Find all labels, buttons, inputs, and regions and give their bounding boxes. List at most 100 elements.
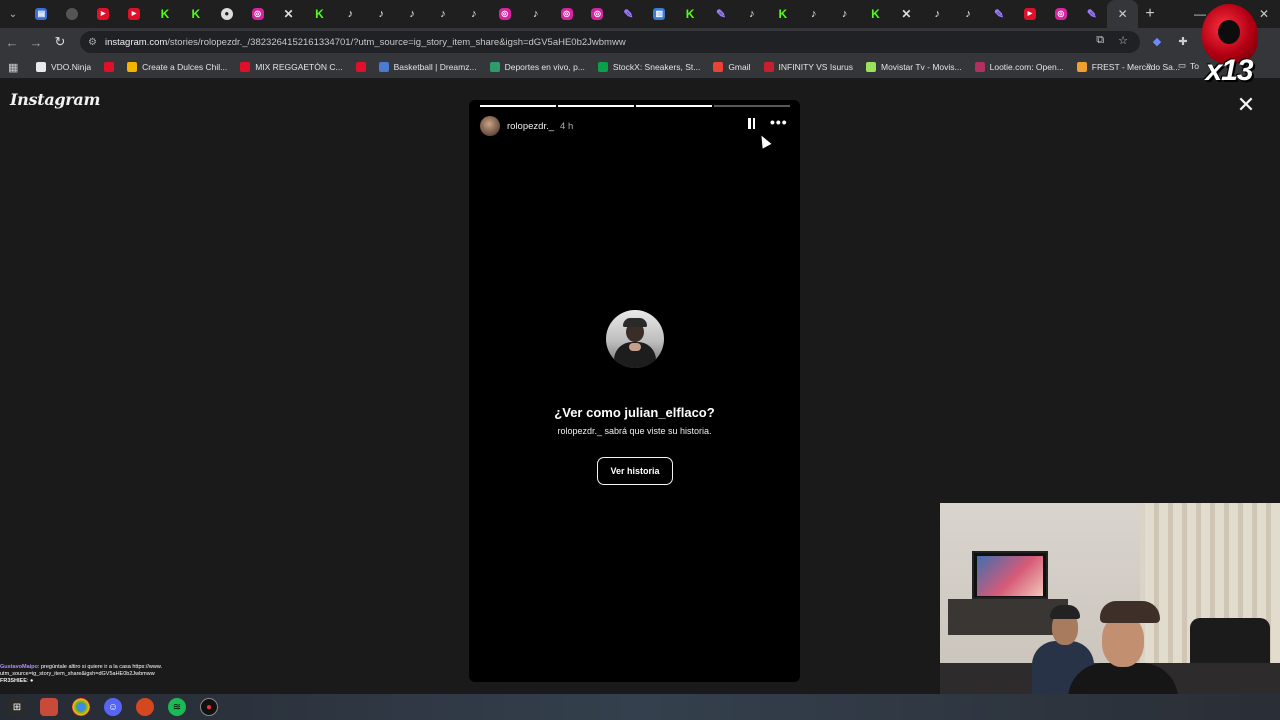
browser-tab[interactable]: ▤ — [26, 0, 57, 28]
youtube-icon: ▶ — [128, 8, 141, 20]
bookmark-item[interactable] — [104, 62, 115, 72]
browser-tab[interactable]: ✎ — [1076, 0, 1107, 28]
ms-icon: ▤ — [35, 8, 48, 20]
browser-tab[interactable]: ♪ — [520, 0, 551, 28]
extension-icon[interactable]: ◆ — [1150, 34, 1164, 48]
bookmark-item[interactable]: FREST - Mercado Sa... — [1076, 62, 1180, 72]
start-menu-icon[interactable]: ⊞ — [8, 698, 26, 716]
spotify-icon[interactable]: ≋ — [168, 698, 186, 716]
browser-tab[interactable]: ♪ — [428, 0, 459, 28]
browser-tab[interactable]: K — [860, 0, 891, 28]
browser-tab[interactable]: ▶ — [88, 0, 119, 28]
bookmark-favicon-icon — [974, 62, 985, 72]
bookmark-star-icon[interactable]: ☆ — [1118, 34, 1128, 47]
site-info-icon[interactable]: ⚙ — [88, 37, 97, 48]
browser-tab[interactable]: ♪ — [829, 0, 860, 28]
apps-grid-icon[interactable]: ▦ — [8, 61, 22, 74]
browser-tab[interactable]: ♪ — [366, 0, 397, 28]
kick-icon: K — [191, 7, 201, 21]
active-tab[interactable]: ✕ — [1107, 0, 1139, 28]
browser-tab[interactable]: ✎ — [984, 0, 1015, 28]
more-options-icon[interactable]: ••• — [770, 114, 788, 130]
browser-tab[interactable]: K — [304, 0, 335, 28]
browser-tab[interactable]: ♪ — [798, 0, 829, 28]
browser-tab[interactable]: ▶ — [119, 0, 150, 28]
browser-tab[interactable]: ◎ — [489, 0, 520, 28]
bookmark-item[interactable]: Lootie.com: Open... — [974, 62, 1064, 72]
bookmarks-overflow-icon[interactable]: » — [1146, 60, 1152, 71]
browser-tab[interactable]: K — [767, 0, 798, 28]
obs-icon[interactable] — [136, 698, 154, 716]
tiktok-icon: ♪ — [347, 7, 354, 20]
bookmark-item[interactable]: Create a Dulces Chil... — [127, 62, 227, 72]
browser-tab[interactable]: ◎ — [1045, 0, 1076, 28]
chat-username: GustavoMaipo — [0, 664, 38, 670]
browser-tab[interactable]: ♪ — [335, 0, 366, 28]
address-bar[interactable]: ⚙ instagram.com/stories/rolopezdr._/3823… — [80, 31, 1140, 53]
instagram-logo[interactable]: Instagram — [10, 90, 100, 109]
bookmark-favicon-icon — [763, 62, 774, 72]
pause-icon[interactable] — [748, 118, 755, 129]
browser-tab[interactable]: ● — [211, 0, 242, 28]
tiktok-icon: ♪ — [532, 7, 539, 20]
browser-tab[interactable]: ▶ — [1015, 0, 1046, 28]
forward-button[interactable]: → — [24, 30, 48, 54]
bookmark-label: StockX: Sneakers, St... — [612, 62, 701, 72]
bookmarks-list: VDO.Ninja Create a Dulces Chil... MIX REGG… — [36, 62, 1193, 72]
close-story-icon[interactable]: ✕ — [1236, 94, 1256, 116]
new-tab-button[interactable]: + — [1138, 5, 1162, 23]
feather-icon: ✎ — [623, 7, 634, 21]
browser-tab[interactable]: ✎ — [706, 0, 737, 28]
install-app-icon[interactable]: ⧉ — [1096, 34, 1104, 47]
browser-tab[interactable]: ◎ — [582, 0, 613, 28]
browser-tab[interactable]: ♪ — [397, 0, 428, 28]
browser-tab[interactable]: ♪ — [922, 0, 953, 28]
extensions-puzzle-icon[interactable]: ✚ — [1176, 34, 1190, 48]
browser-tab[interactable]: ♪ — [458, 0, 489, 28]
browser-tab[interactable]: ▥ — [644, 0, 675, 28]
badge-text: x13 — [1205, 54, 1253, 87]
browser-tab[interactable]: K — [150, 0, 181, 28]
browser-tab[interactable]: ✕ — [891, 0, 922, 28]
browser-tab[interactable]: ♪ — [953, 0, 984, 28]
bookmark-item[interactable]: INFINITY VS Isurus — [763, 62, 853, 72]
bookmark-item[interactable]: Basketball | Dreamz... — [378, 62, 477, 72]
bookmark-item[interactable]: StockX: Sneakers, St... — [597, 62, 701, 72]
tab-search-icon[interactable]: ⌄ — [0, 0, 26, 28]
browser-tab[interactable]: ♪ — [736, 0, 767, 28]
bookmark-item[interactable]: Movistar Tv - Movis... — [866, 62, 962, 72]
browser-tab[interactable]: K — [675, 0, 706, 28]
close-tab-icon[interactable]: ✕ — [1118, 7, 1128, 21]
browser-tab[interactable] — [57, 0, 88, 28]
back-button[interactable]: ← — [0, 30, 24, 54]
avatar[interactable] — [480, 116, 500, 136]
bookmark-item[interactable] — [355, 62, 366, 72]
bookmark-item[interactable]: Deportes en vivo, p... — [489, 62, 585, 72]
view-story-button[interactable]: Ver historia — [597, 457, 673, 485]
bookmark-favicon-icon — [378, 62, 389, 72]
chart-icon: ▥ — [653, 8, 666, 20]
browser-tab[interactable]: ✎ — [613, 0, 644, 28]
tiktok-icon: ♪ — [409, 7, 415, 20]
bookmark-item[interactable]: MIX REGGAETÓN C... — [240, 62, 343, 72]
browser-tab[interactable]: K — [180, 0, 211, 28]
tiktok-icon: ♪ — [841, 7, 848, 20]
reload-button[interactable]: ↻ — [48, 30, 72, 54]
bookmark-favicon-icon — [127, 62, 138, 72]
chat-message: GustavoMaipo: pregúntale altiro si quier… — [0, 664, 215, 678]
bookmark-item[interactable]: Gmail — [713, 62, 751, 72]
app-icon[interactable] — [40, 698, 58, 716]
browser-tab[interactable]: ◎ — [242, 0, 273, 28]
tiktok-icon: ♪ — [934, 7, 941, 20]
bookmark-favicon-icon — [355, 62, 366, 72]
bookmark-favicon-icon — [104, 62, 115, 72]
browser-tab[interactable]: ◎ — [551, 0, 582, 28]
record-icon[interactable]: ● — [200, 698, 218, 716]
bookmark-item[interactable]: VDO.Ninja — [36, 62, 91, 72]
story-username[interactable]: rolopezdr._ — [507, 121, 554, 132]
x-icon: ✕ — [901, 7, 912, 21]
chrome-icon[interactable] — [72, 698, 90, 716]
view-as-subtitle: rolopezdr._ sabrá que viste su historia. — [557, 426, 712, 436]
browser-tab[interactable]: ✕ — [273, 0, 304, 28]
discord-icon[interactable]: ☺ — [104, 698, 122, 716]
